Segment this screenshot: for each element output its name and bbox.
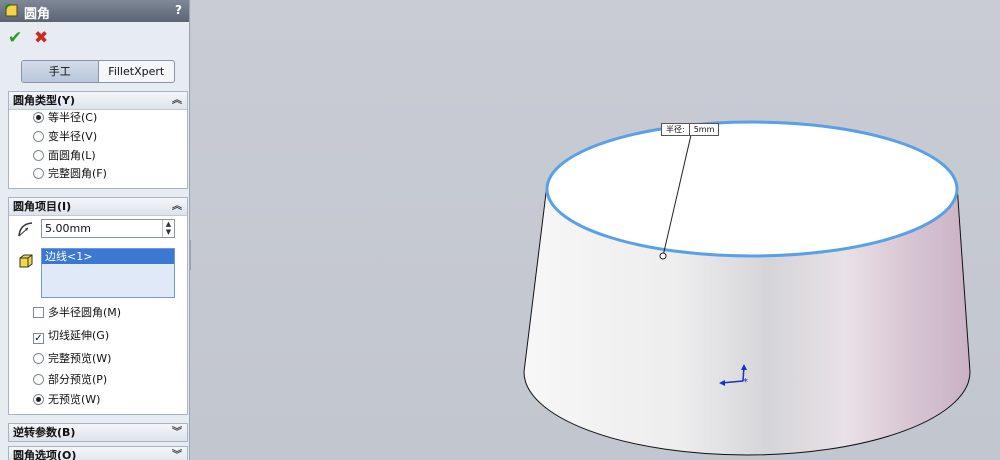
list-item[interactable]: 边线<1> (42, 249, 174, 264)
tab-filletxpert[interactable]: FilletXpert (99, 61, 175, 82)
radio-variable-radius[interactable]: 变半径(V) (33, 129, 97, 145)
radio-partial-preview[interactable]: 部分预览(P) (33, 372, 107, 388)
radio-icon[interactable] (33, 150, 44, 161)
radio-icon[interactable] (33, 112, 44, 123)
fillet-type-header[interactable]: 圆角类型(Y) ︽ (9, 92, 187, 110)
svg-text:*: * (743, 377, 748, 388)
fillet-options-header[interactable]: 圆角选项(O) ︾ (8, 446, 188, 460)
radius-input[interactable]: 5.00mm ▲ ▼ (41, 219, 175, 238)
edge-selection-list[interactable]: 边线<1> (41, 248, 175, 298)
model-view[interactable]: * (191, 0, 1000, 460)
checkbox-multi-radius[interactable]: 多半径圆角(M) (33, 305, 121, 321)
panel-title: 圆角 (24, 7, 51, 22)
radio-constant-radius[interactable]: 等半径(C) (33, 110, 97, 126)
edge-selection-icon (19, 254, 33, 268)
radio-no-preview[interactable]: 无预览(W) (33, 392, 100, 408)
checkbox-icon[interactable]: ✓ (33, 333, 44, 344)
checkbox-tangent-propagation[interactable]: ✓ 切线延伸(G) (33, 328, 109, 344)
radius-icon (18, 222, 33, 237)
radius-dimension-callout[interactable]: 半径: 5mm (661, 123, 720, 136)
property-manager-panel: 圆角 ? ✔ ✖ 手工 FilletXpert 圆角类型(Y) ︽ 等半径(C)… (0, 0, 190, 460)
panel-titlebar: 圆角 ? (0, 0, 189, 22)
checkbox-icon[interactable] (33, 307, 44, 318)
radio-full-round[interactable]: 完整圆角(F) (33, 166, 107, 182)
radio-icon[interactable] (33, 353, 44, 364)
dimension-point[interactable] (659, 252, 667, 260)
collapse-icon[interactable]: ︽ (172, 198, 182, 215)
ok-button[interactable]: ✔ (8, 28, 22, 48)
radio-face-fillet[interactable]: 面圆角(L) (33, 148, 96, 164)
tab-manual[interactable]: 手工 (22, 61, 99, 82)
radio-icon[interactable] (33, 394, 44, 405)
help-icon[interactable]: ? (175, 3, 182, 17)
expand-icon[interactable]: ︾ (172, 424, 182, 441)
mode-switch: 手工 FilletXpert (21, 60, 175, 83)
radius-spinner[interactable]: ▲ ▼ (162, 220, 174, 237)
expand-icon[interactable]: ︾ (172, 447, 182, 460)
collapse-icon[interactable]: ︽ (172, 92, 182, 109)
reverse-params-header[interactable]: 逆转参数(B) ︾ (8, 423, 188, 442)
radio-icon[interactable] (33, 168, 44, 179)
fillet-items-header[interactable]: 圆角项目(I) ︽ (9, 198, 187, 216)
fillet-feature-icon (5, 4, 18, 17)
radio-icon[interactable] (33, 131, 44, 142)
radio-full-preview[interactable]: 完整预览(W) (33, 351, 111, 367)
radio-icon[interactable] (33, 374, 44, 385)
cancel-button[interactable]: ✖ (34, 28, 48, 48)
graphics-viewport[interactable]: * 半径: 5mm (191, 0, 1000, 460)
